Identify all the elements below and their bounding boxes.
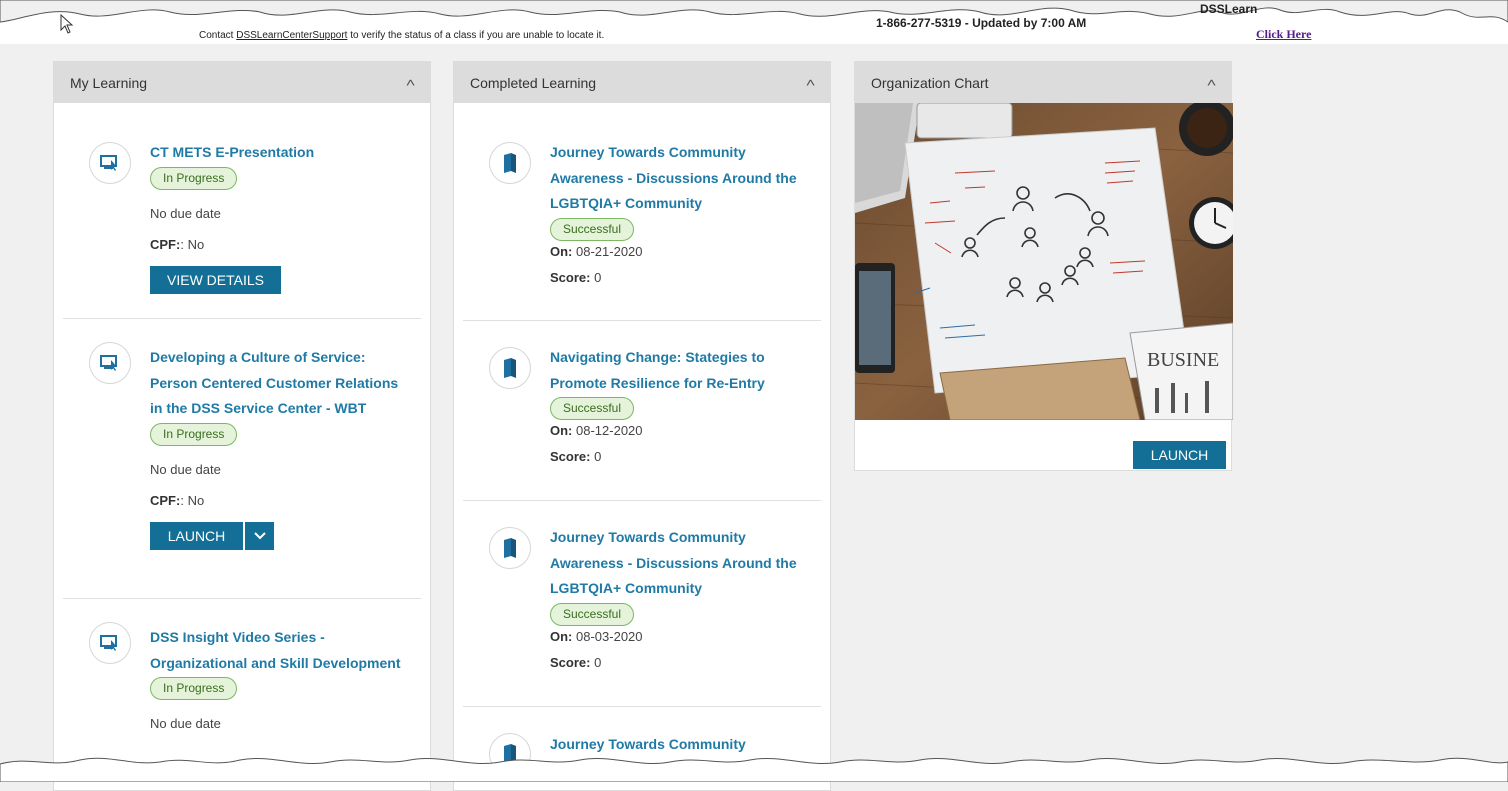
card-title: Organization Chart [871,74,989,91]
book-icon [489,347,531,389]
completed-learning-header[interactable]: Completed Learning ˄ [454,62,830,103]
book-icon [489,142,531,184]
click-here-link[interactable]: Click Here [1256,27,1311,42]
organization-chart-image[interactable]: BUSINE [855,103,1233,420]
course-title-link[interactable]: CT METS E-Presentation [150,140,410,166]
score-text: Score: 0 [550,449,602,464]
phone-updated-text: 1-866-277-5319 - Updated by 7:00 AM [876,16,1087,30]
divider [463,706,821,707]
computer-cursor-icon [89,342,131,384]
support-link[interactable]: DSSLearnCenterSupport [236,30,347,41]
due-date-text: No due date [150,461,221,477]
divider [463,500,821,501]
divider [63,598,421,599]
newspaper-headline: BUSINE [1147,349,1219,371]
my-learning-card: My Learning ˄ CT METS E-Presentation In … [53,61,431,791]
score-text: Score: 0 [550,654,602,670]
completed-date: On: 08-21-2020 [550,243,643,259]
view-details-button[interactable]: VIEW DETAILS [150,265,281,294]
course-title-link[interactable]: Journey Towards Community Awareness - Di… [550,140,810,217]
status-badge: In Progress [150,166,238,190]
course-title-link[interactable]: Developing a Culture of Service: Person … [150,345,410,422]
contact-prefix: Contact [199,30,237,41]
torn-edge-bottom [0,757,1508,782]
top-banner: Contact DSSLearnCenterSupport to verify … [0,0,1508,44]
chevron-down-icon [253,531,266,539]
mouse-cursor-icon [60,14,74,34]
chevron-up-icon[interactable]: ˄ [406,76,416,90]
course-title-link[interactable]: Navigating Change: Stategies to Promote … [550,345,810,396]
computer-cursor-icon [89,142,131,184]
chevron-up-icon[interactable]: ˄ [1207,76,1217,90]
status-badge: In Progress [150,422,238,446]
status-badge: In Progress [150,677,238,700]
torn-edge-top [0,0,1508,23]
chevron-up-icon[interactable]: ˄ [806,76,816,90]
organization-chart-card: Organization Chart ˄ BUSINE LAUNCH [854,61,1233,471]
divider [63,318,421,319]
cpf-text: CPF:: No [150,492,205,508]
course-title-link[interactable]: DSS Insight Video Series - Organizationa… [150,625,410,676]
due-date-text: No due date [150,205,221,221]
card-title: My Learning [70,74,148,91]
computer-cursor-icon [89,622,131,664]
completed-learning-card: Completed Learning ˄ Journey Towards Com… [453,61,831,791]
contact-suffix: to verify the status of a class if you a… [347,30,605,41]
completed-date: On: 08-12-2020 [550,423,643,438]
status-badge: Successful [550,397,635,420]
dsslearn-text: DSSLearn [1200,2,1258,16]
completed-date: On: 08-03-2020 [550,628,643,644]
launch-button[interactable]: LAUNCH [150,521,243,550]
book-icon [489,527,531,569]
score-text: Score: 0 [550,269,602,285]
course-title-link[interactable]: Journey Towards Community Awareness - Di… [550,525,810,602]
contact-support-line: Contact DSSLearnCenterSupport to verify … [199,30,604,41]
my-learning-header[interactable]: My Learning ˄ [54,62,430,103]
status-badge: Successful [550,602,635,626]
divider [463,320,821,321]
organization-chart-header[interactable]: Organization Chart ˄ [855,62,1231,103]
launch-options-dropdown[interactable] [245,521,274,550]
cpf-text: CPF:: No [150,236,205,252]
launch-button[interactable]: LAUNCH [1133,441,1226,469]
due-date-text: No due date [150,716,221,731]
status-badge: Successful [550,217,635,241]
card-title: Completed Learning [470,74,597,91]
